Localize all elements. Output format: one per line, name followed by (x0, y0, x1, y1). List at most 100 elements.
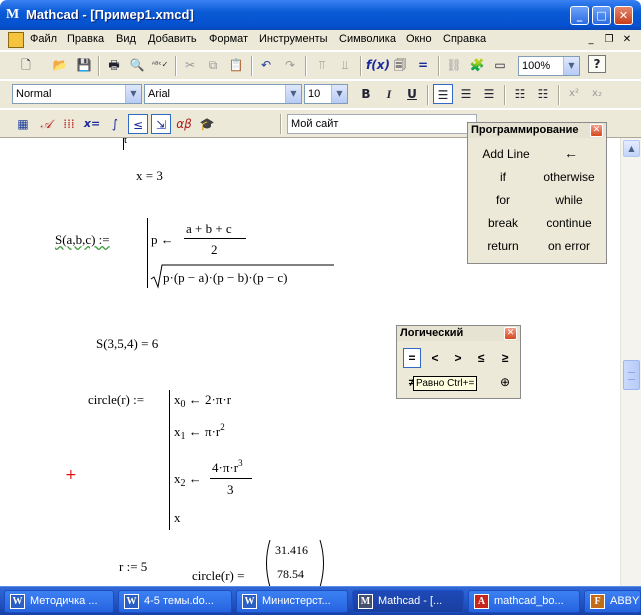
underline-icon[interactable]: U (402, 84, 422, 104)
menu-insert[interactable]: Добавить (148, 33, 197, 45)
style-select[interactable]: Normal ▼ (12, 84, 142, 104)
calculate-icon[interactable]: = (413, 55, 433, 75)
paste-icon[interactable]: 📋 (226, 55, 246, 75)
component-icon[interactable]: 🧩 (467, 55, 487, 75)
palette-title[interactable]: Программирование (468, 123, 606, 138)
print-preview-icon[interactable]: 🔍 (127, 55, 147, 75)
task-word-3[interactable]: W Министерст... (236, 590, 348, 613)
menu-symbolics[interactable]: Символика (339, 33, 396, 45)
document-icon[interactable] (8, 32, 24, 48)
help-icon[interactable]: ? (588, 55, 606, 73)
print-icon[interactable]: 🖶 (104, 55, 124, 75)
doc-close-icon[interactable]: ✕ (620, 33, 634, 46)
calculus-icon[interactable]: ∫ (105, 114, 125, 134)
circle-x2-denominator[interactable]: 3 (227, 482, 234, 498)
otherwise-button[interactable]: otherwise (534, 170, 604, 184)
programming-palette[interactable]: Программирование ✕ Add Line ← if otherwi… (467, 122, 607, 264)
close-icon[interactable]: ✕ (504, 327, 517, 340)
title-bar[interactable]: M Mathcad - [Пример1.xmcd] _ □ ✕ (0, 0, 641, 30)
redo-icon[interactable]: ↷ (280, 55, 300, 75)
task-pdf[interactable]: A mathcad_bo... (468, 590, 580, 613)
copy-icon[interactable]: ⧉ (203, 55, 223, 75)
menu-file[interactable]: Файл (30, 33, 57, 45)
doc-minimize-icon[interactable]: _ (584, 33, 598, 46)
save-icon[interactable]: 💾 (74, 55, 94, 75)
bullet-list-icon[interactable]: ☷ (510, 84, 530, 104)
align-center-icon[interactable]: ☰ (456, 84, 476, 104)
calculator-icon[interactable]: ▦ (13, 114, 33, 134)
cut-region-text[interactable]: t (124, 138, 127, 146)
for-button[interactable]: for (472, 193, 534, 207)
zoom-select[interactable]: 100% ▼ (518, 56, 580, 76)
s-p-assign[interactable]: p ← (151, 232, 174, 248)
x-assignment[interactable]: x = 3 (136, 168, 163, 184)
vector-element-0[interactable]: 31.416 (275, 543, 308, 558)
less-equal-button[interactable]: ≤ (472, 349, 490, 367)
greek-icon[interactable]: αβ (174, 114, 194, 134)
circle-definition-lhs[interactable]: circle(r) := (88, 392, 144, 408)
r-assignment[interactable]: r := 5 (119, 559, 147, 575)
s-definition-lhs[interactable]: S(a,b,c) := (55, 232, 110, 248)
menu-edit[interactable]: Правка (67, 33, 104, 45)
maximize-button[interactable]: □ (592, 6, 611, 25)
circle-return-value[interactable]: x (174, 510, 181, 526)
equal-button[interactable]: = (403, 348, 421, 368)
resources-url-input[interactable]: Мой сайт (287, 114, 477, 134)
circle-x2-lhs[interactable]: x2 ← (174, 471, 202, 489)
insert-function-icon[interactable]: f(x) (366, 55, 390, 75)
menu-tools[interactable]: Инструменты (259, 33, 328, 45)
cut-icon[interactable]: ✂ (180, 55, 200, 75)
matrix-icon[interactable]: ⁞⁞⁞ (59, 114, 79, 134)
palette-title[interactable]: Логический (397, 326, 520, 341)
chevron-down-icon[interactable]: ▼ (125, 85, 141, 103)
boolean-icon[interactable]: ≤ (128, 114, 148, 134)
new-icon[interactable]: 🗋 (16, 55, 36, 75)
if-button[interactable]: if (472, 170, 534, 184)
return-button[interactable]: return (472, 239, 534, 253)
scroll-up-icon[interactable]: ▲ (623, 140, 640, 157)
while-button[interactable]: while (534, 193, 604, 207)
local-assign-button[interactable]: ← (538, 145, 604, 161)
continue-button[interactable]: continue (534, 216, 604, 230)
programming-icon[interactable]: ⇲ (151, 114, 171, 134)
insert-hyperlink-icon[interactable]: ⛓ (444, 55, 464, 75)
circle-x0-line[interactable]: x0 ← 2·π·r (174, 392, 231, 410)
on-error-button[interactable]: on error (534, 239, 604, 253)
logical-palette[interactable]: Логический ✕ = < > ≤ ≥ ≠ ⊕ Равно Ctrl+= (396, 325, 521, 399)
task-mathcad[interactable]: M Mathcad - [... (352, 590, 464, 613)
subscript-icon[interactable]: x₂ (587, 84, 607, 104)
menu-format[interactable]: Формат (209, 33, 248, 45)
greater-than-button[interactable]: > (449, 349, 467, 367)
circle-x2-numerator[interactable]: 4·π·r3 (212, 458, 243, 476)
align-top-icon[interactable]: ⫪ (312, 55, 332, 75)
evaluation-icon[interactable]: x= (82, 114, 102, 134)
chevron-down-icon[interactable]: ▼ (285, 85, 301, 103)
resource-center-icon[interactable]: ▭ (490, 55, 510, 75)
align-right-icon[interactable]: ☰ (479, 84, 499, 104)
minimize-button[interactable]: _ (570, 6, 589, 25)
numbered-list-icon[interactable]: ☷ (533, 84, 553, 104)
open-icon[interactable]: 📂 (50, 55, 70, 75)
spell-check-icon[interactable]: ᴬᴮᶜ✓ (150, 55, 170, 75)
doc-restore-icon[interactable]: ❐ (602, 33, 616, 46)
menu-window[interactable]: Окно (406, 33, 432, 45)
task-word-2[interactable]: W 4-5 темы.do... (118, 590, 232, 613)
add-line-button[interactable]: Add Line (472, 147, 540, 161)
chevron-down-icon[interactable]: ▼ (331, 85, 347, 103)
circle-x1-line[interactable]: x1 ← π·r2 (174, 422, 225, 442)
font-select[interactable]: Arial ▼ (144, 84, 302, 104)
break-button[interactable]: break (472, 216, 534, 230)
font-size-select[interactable]: 10 ▼ (304, 84, 348, 104)
align-left-icon[interactable]: ☰ (433, 84, 453, 104)
vector-element-1[interactable]: 78.54 (277, 567, 304, 582)
scroll-thumb[interactable] (623, 360, 640, 390)
bold-icon[interactable]: B (356, 84, 376, 104)
xor-button[interactable]: ⊕ (496, 373, 514, 391)
align-down-icon[interactable]: ⫫ (335, 55, 355, 75)
s-sqrt-body[interactable]: p·(p − a)·(p − b)·(p − c) (163, 270, 288, 286)
task-abbyy[interactable]: F ABBYY (584, 590, 641, 613)
close-icon[interactable]: ✕ (590, 124, 603, 137)
s-evaluation[interactable]: S(3,5,4) = 6 (96, 336, 158, 352)
italic-icon[interactable]: I (379, 84, 399, 104)
insert-unit-icon[interactable]: 🗐 (390, 55, 410, 75)
